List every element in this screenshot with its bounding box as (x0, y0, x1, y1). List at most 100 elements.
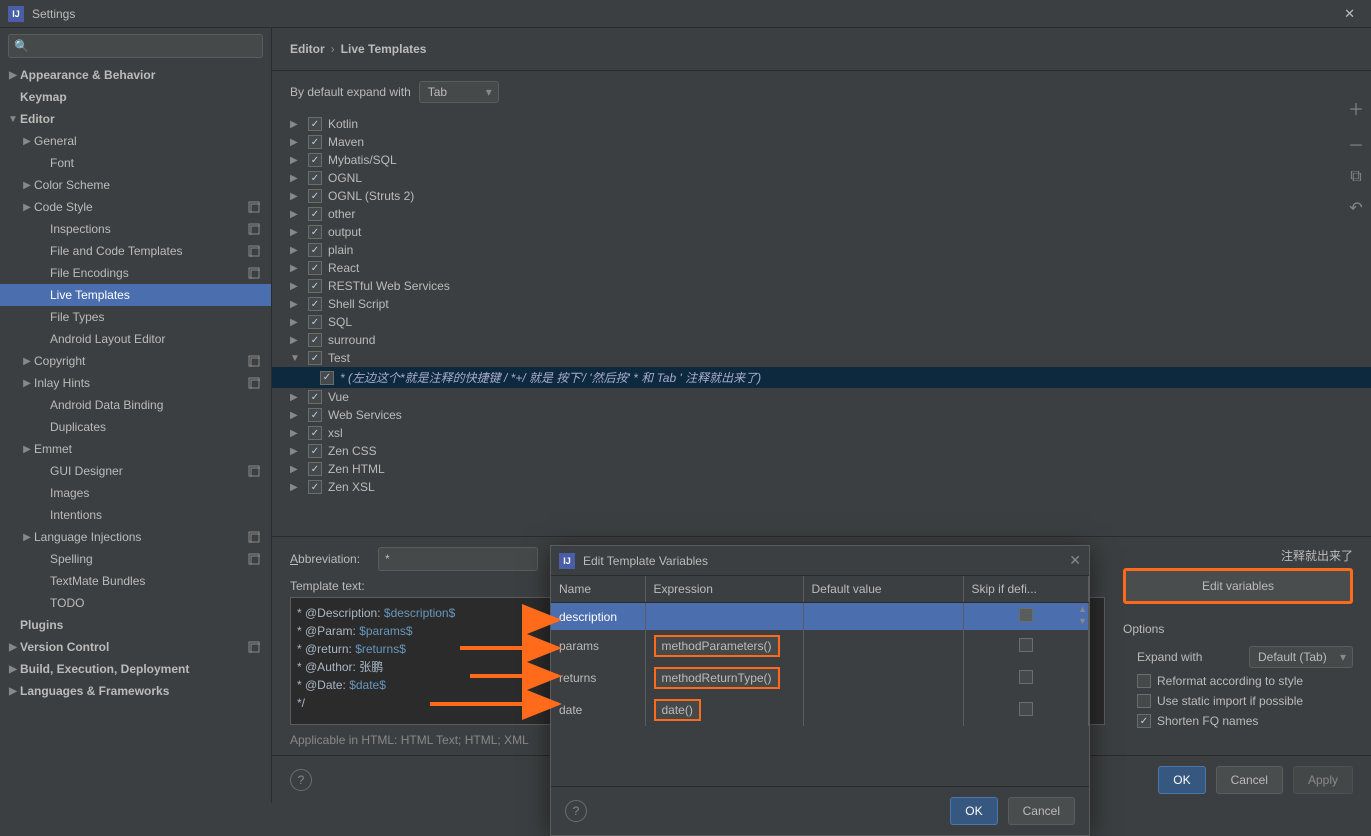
template-groups-list[interactable]: ▶✓Kotlin▶✓Maven▶✓Mybatis/SQL▶✓OGNL▶✓OGNL… (272, 113, 1371, 536)
close-icon[interactable]: ✕ (1336, 2, 1363, 26)
sidebar-item-inspections[interactable]: Inspections (0, 218, 271, 240)
modal-cancel-button[interactable]: Cancel (1008, 797, 1075, 825)
right-toolbar: ＋ － ⧉ ↶ (1341, 88, 1371, 218)
template-group-ognl[interactable]: ▶✓OGNL (272, 169, 1371, 187)
add-icon[interactable]: ＋ (1348, 96, 1364, 120)
revert-icon[interactable]: ↶ (1349, 198, 1362, 218)
breadcrumb-live-templates: Live Templates (341, 42, 427, 56)
template-group-surround[interactable]: ▶✓surround (272, 331, 1371, 349)
duplicate-icon[interactable]: ⧉ (1350, 168, 1361, 186)
col-default[interactable]: Default value (803, 576, 963, 603)
template-group-react[interactable]: ▶✓React (272, 259, 1371, 277)
template-group-plain[interactable]: ▶✓plain (272, 241, 1371, 259)
template-group-shell-script[interactable]: ▶✓Shell Script (272, 295, 1371, 313)
sidebar-item-spelling[interactable]: Spelling (0, 548, 271, 570)
sidebar-item-color-scheme[interactable]: ▶Color Scheme (0, 174, 271, 196)
sidebar-item-file-and-code-templates[interactable]: File and Code Templates (0, 240, 271, 262)
help-icon[interactable]: ? (290, 769, 312, 791)
sidebar-item-todo[interactable]: TODO (0, 592, 271, 614)
sidebar-item-intentions[interactable]: Intentions (0, 504, 271, 526)
expand-with-row: By default expand with Tab (272, 71, 1371, 113)
template-group-test[interactable]: ▼✓Test (272, 349, 1371, 367)
sidebar-item-code-style[interactable]: ▶Code Style (0, 196, 271, 218)
template-group-other[interactable]: ▶✓other (272, 205, 1371, 223)
breadcrumb-editor[interactable]: Editor (290, 42, 325, 56)
sidebar-item-file-encodings[interactable]: File Encodings (0, 262, 271, 284)
template-group-kotlin[interactable]: ▶✓Kotlin (272, 115, 1371, 133)
reformat-checkbox[interactable] (1137, 674, 1151, 688)
sidebar-item-images[interactable]: Images (0, 482, 271, 504)
edit-template-variables-dialog: IJ Edit Template Variables ✕ Name Expres… (550, 545, 1090, 836)
sidebar-item-editor[interactable]: ▼Editor (0, 108, 271, 130)
sidebar-item-plugins[interactable]: Plugins (0, 614, 271, 636)
expand-with-opt-combo[interactable]: Default (Tab) (1249, 646, 1353, 668)
col-skip[interactable]: Skip if defi... (963, 576, 1089, 603)
template-group-ognl-struts-2-[interactable]: ▶✓OGNL (Struts 2) (272, 187, 1371, 205)
template-group-maven[interactable]: ▶✓Maven (272, 133, 1371, 151)
row-up-icon[interactable]: ▲ (1078, 604, 1087, 614)
expand-with-combo[interactable]: Tab (419, 81, 499, 103)
sidebar-item-font[interactable]: Font (0, 152, 271, 174)
sidebar-item-duplicates[interactable]: Duplicates (0, 416, 271, 438)
sidebar-item-live-templates[interactable]: Live Templates (0, 284, 271, 306)
template-group--tab-[interactable]: ✓* (左边这个*就是注释的快捷键 / *+/ 就是 按下'/ '然后按' * … (272, 367, 1371, 388)
row-down-icon[interactable]: ▼ (1078, 616, 1087, 626)
variables-table[interactable]: Name Expression Default value Skip if de… (551, 576, 1089, 726)
modal-close-icon[interactable]: ✕ (1069, 552, 1081, 569)
abbreviation-input[interactable] (378, 547, 538, 571)
remove-icon[interactable]: － (1348, 132, 1364, 156)
sidebar-item-version-control[interactable]: ▶Version Control (0, 636, 271, 658)
sidebar-item-copyright[interactable]: ▶Copyright (0, 350, 271, 372)
col-expression[interactable]: Expression (645, 576, 803, 603)
template-group-vue[interactable]: ▶✓Vue (272, 388, 1371, 406)
settings-tree[interactable]: ▶Appearance & BehaviorKeymap▼Editor▶Gene… (0, 64, 271, 803)
template-group-mybatis-sql[interactable]: ▶✓Mybatis/SQL (272, 151, 1371, 169)
sidebar-item-android-layout-editor[interactable]: Android Layout Editor (0, 328, 271, 350)
sidebar-item-build-execution-deployment[interactable]: ▶Build, Execution, Deployment (0, 658, 271, 680)
template-group-zen-html[interactable]: ▶✓Zen HTML (272, 460, 1371, 478)
search-icon: 🔍 (14, 39, 29, 53)
template-group-sql[interactable]: ▶✓SQL (272, 313, 1371, 331)
template-group-zen-xsl[interactable]: ▶✓Zen XSL (272, 478, 1371, 496)
cancel-button[interactable]: Cancel (1216, 766, 1283, 794)
modal-help-icon[interactable]: ? (565, 800, 587, 822)
search-input[interactable] (8, 34, 263, 58)
app-icon: IJ (8, 6, 24, 22)
template-group-zen-css[interactable]: ▶✓Zen CSS (272, 442, 1371, 460)
sidebar-item-languages-frameworks[interactable]: ▶Languages & Frameworks (0, 680, 271, 702)
options-title: Options (1123, 622, 1353, 636)
apply-button[interactable]: Apply (1293, 766, 1353, 794)
chevron-right-icon: › (331, 42, 335, 56)
var-row-returns[interactable]: returnsmethodReturnType() (551, 662, 1089, 694)
abbreviation-label: AAbbreviation:bbreviation: (290, 552, 370, 566)
sidebar-item-appearance-behavior[interactable]: ▶Appearance & Behavior (0, 64, 271, 86)
var-row-date[interactable]: datedate() (551, 694, 1089, 726)
description-display: 注释就出来了 (1123, 547, 1353, 564)
var-row-description[interactable]: description (551, 603, 1089, 631)
sidebar-item-file-types[interactable]: File Types (0, 306, 271, 328)
template-group-web-services[interactable]: ▶✓Web Services (272, 406, 1371, 424)
static-import-checkbox[interactable] (1137, 694, 1151, 708)
var-row-params[interactable]: paramsmethodParameters() (551, 630, 1089, 662)
sidebar-item-android-data-binding[interactable]: Android Data Binding (0, 394, 271, 416)
col-name[interactable]: Name (551, 576, 645, 603)
settings-sidebar: 🔍 ▶Appearance & BehaviorKeymap▼Editor▶Ge… (0, 28, 272, 803)
sidebar-item-general[interactable]: ▶General (0, 130, 271, 152)
template-group-xsl[interactable]: ▶✓xsl (272, 424, 1371, 442)
modal-ok-button[interactable]: OK (950, 797, 997, 825)
titlebar: IJ Settings ✕ (0, 0, 1371, 28)
app-icon: IJ (559, 553, 575, 569)
sidebar-item-gui-designer[interactable]: GUI Designer (0, 460, 271, 482)
ok-button[interactable]: OK (1158, 766, 1205, 794)
edit-variables-button[interactable]: Edit variables (1123, 568, 1353, 604)
sidebar-item-textmate-bundles[interactable]: TextMate Bundles (0, 570, 271, 592)
shorten-fq-checkbox[interactable]: ✓ (1137, 714, 1151, 728)
breadcrumb: Editor › Live Templates (272, 28, 1371, 71)
template-group-restful-web-services[interactable]: ▶✓RESTful Web Services (272, 277, 1371, 295)
sidebar-item-keymap[interactable]: Keymap (0, 86, 271, 108)
sidebar-item-emmet[interactable]: ▶Emmet (0, 438, 271, 460)
sidebar-item-language-injections[interactable]: ▶Language Injections (0, 526, 271, 548)
template-group-output[interactable]: ▶✓output (272, 223, 1371, 241)
sidebar-search: 🔍 (8, 34, 263, 58)
sidebar-item-inlay-hints[interactable]: ▶Inlay Hints (0, 372, 271, 394)
